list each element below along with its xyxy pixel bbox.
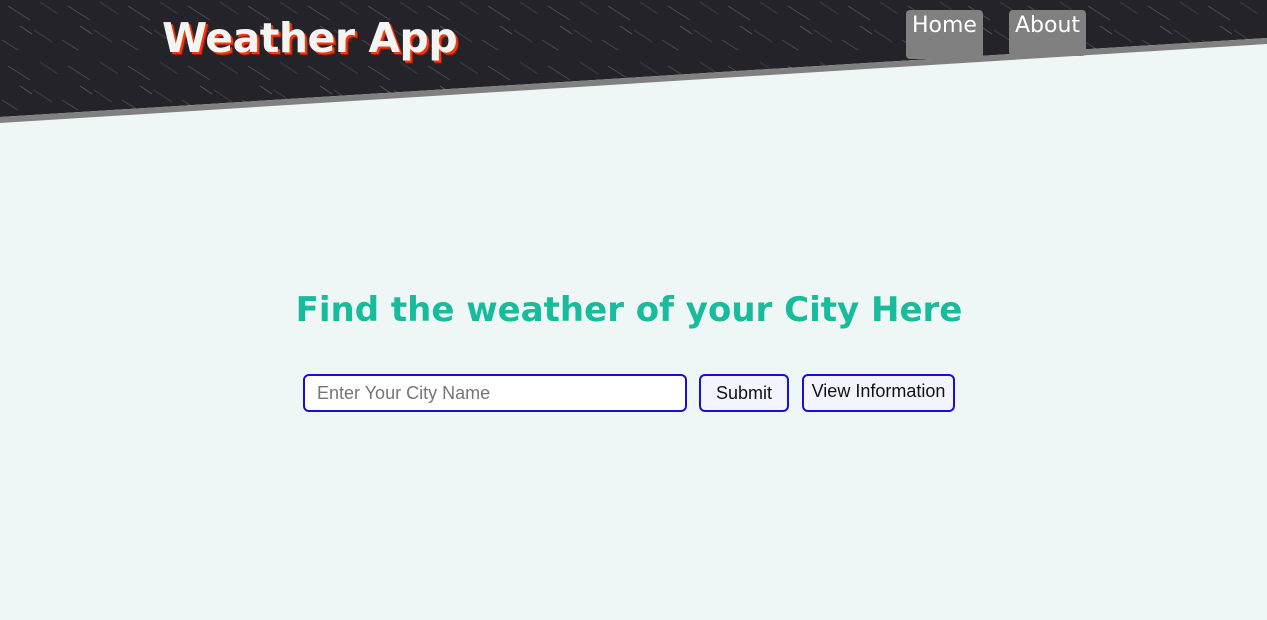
nav-home-link[interactable]: Home [906, 10, 983, 59]
city-search-input[interactable] [303, 374, 687, 412]
brand-title: Weather App [162, 14, 458, 62]
page: Weather App Home About Find the weather … [0, 0, 1267, 620]
view-information-button[interactable]: View Information [802, 374, 955, 412]
nav-about-link[interactable]: About [1008, 10, 1087, 56]
page-title: Find the weather of your City Here [295, 290, 963, 330]
main-nav: Home About [906, 10, 1087, 59]
submit-button[interactable]: Submit [699, 374, 789, 412]
